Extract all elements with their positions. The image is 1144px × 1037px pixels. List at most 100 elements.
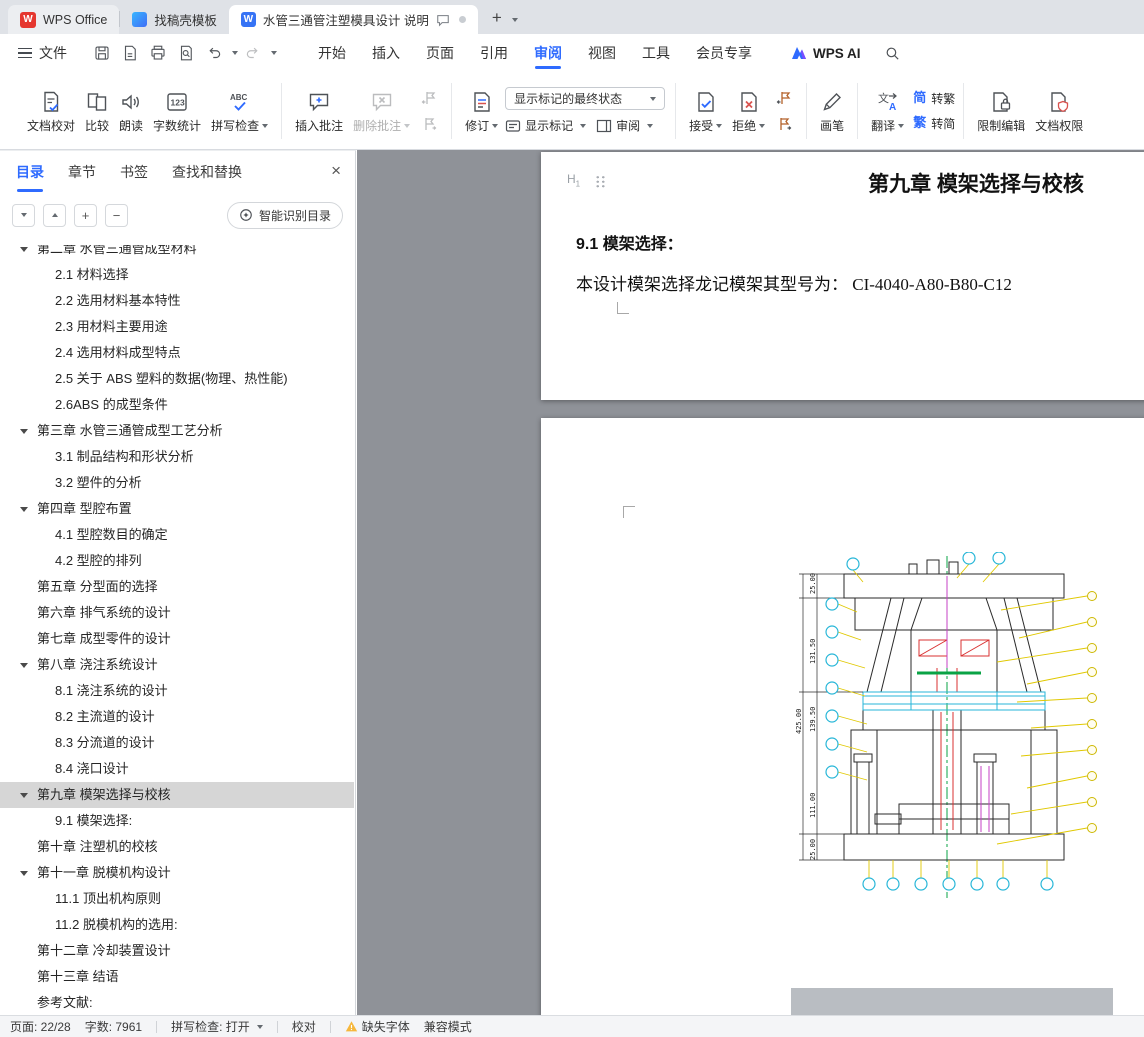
save-button[interactable] bbox=[89, 40, 115, 66]
toc-item[interactable]: 第六章 排气系统的设计 bbox=[0, 600, 354, 626]
translate-button[interactable]: 文 A 翻译 bbox=[866, 78, 909, 144]
sidebar-tab[interactable]: 书签 bbox=[120, 162, 148, 182]
next-comment-button[interactable] bbox=[417, 115, 441, 133]
toc-item[interactable]: 2.4 选用材料成型特点 bbox=[0, 340, 354, 366]
track-changes-button[interactable]: 修订 bbox=[460, 78, 503, 144]
spell-check-status[interactable]: 拼写检查: 打开 bbox=[171, 1018, 263, 1035]
menu-tab[interactable]: 插入 bbox=[359, 34, 413, 72]
spell-check-button[interactable]: ABC 拼写检查 bbox=[206, 78, 273, 144]
markup-state-select[interactable]: 显示标记的最终状态 bbox=[505, 87, 666, 110]
tab-current-doc[interactable]: W 水管三通管注塑模具设计 说明 bbox=[228, 5, 478, 34]
toc-item[interactable]: 第三章 水管三通管成型工艺分析 bbox=[0, 418, 354, 444]
tab-template-doc[interactable]: 找稿壳模板 bbox=[120, 5, 229, 34]
sidebar-tab[interactable]: 章节 bbox=[68, 162, 96, 182]
menu-tab[interactable]: 视图 bbox=[575, 34, 629, 72]
toc-item[interactable]: 2.2 选用材料基本特性 bbox=[0, 288, 354, 314]
toc-item[interactable]: 3.2 塑件的分析 bbox=[0, 470, 354, 496]
toc-item[interactable]: 第二章 水管三通管成型材料 bbox=[0, 245, 354, 262]
proofread-button[interactable]: 校对 bbox=[292, 1018, 316, 1035]
compare-button[interactable]: 比较 bbox=[80, 78, 114, 144]
new-tab-button[interactable]: + bbox=[484, 5, 510, 31]
to-simplified-button[interactable]: 繁 转简 bbox=[913, 115, 955, 132]
toc-item[interactable]: 2.3 用材料主要用途 bbox=[0, 314, 354, 340]
collapse-all-button[interactable] bbox=[43, 203, 66, 227]
toc-item[interactable]: 11.1 顶出机构原则 bbox=[0, 886, 354, 912]
word-count-button[interactable]: 123 字数统计 bbox=[148, 78, 206, 144]
toc-item[interactable]: 第五章 分型面的选择 bbox=[0, 574, 354, 600]
toc-item[interactable]: 4.1 型腔数目的确定 bbox=[0, 522, 354, 548]
insert-comment-button[interactable]: 插入批注 bbox=[290, 78, 348, 144]
read-aloud-button[interactable]: 朗读 bbox=[114, 78, 148, 144]
smart-toc-button[interactable]: 智能识别目录 bbox=[226, 201, 343, 229]
zoom-out-toc-button[interactable]: − bbox=[105, 203, 128, 227]
comment-bubble-icon[interactable] bbox=[436, 13, 450, 27]
toc-item[interactable]: 第四章 型腔布置 bbox=[0, 496, 354, 522]
tab-list-caret-icon[interactable] bbox=[511, 18, 518, 22]
document-page-2[interactable]: 425.00 25.00 131.50 139.50 111.00 25.00 bbox=[541, 418, 1144, 1015]
show-markup-button[interactable]: 显示标记 bbox=[505, 117, 587, 134]
zoom-in-toc-button[interactable]: + bbox=[74, 203, 97, 227]
wps-ai-button[interactable]: WPS AI bbox=[791, 45, 861, 61]
redo-button[interactable] bbox=[240, 40, 266, 66]
to-traditional-button[interactable]: 简 转繁 bbox=[913, 90, 955, 107]
word-count-indicator[interactable]: 字数: 7961 bbox=[85, 1018, 142, 1035]
toc-item[interactable]: 2.1 材料选择 bbox=[0, 262, 354, 288]
search-button[interactable] bbox=[879, 39, 907, 67]
toc-item[interactable]: 8.4 浇口设计 bbox=[0, 756, 354, 782]
missing-font-warning[interactable]: 缺失字体 bbox=[345, 1018, 410, 1035]
tab-close-dot[interactable] bbox=[458, 16, 466, 23]
toc-item[interactable]: 第十一章 脱模机构设计 bbox=[0, 860, 354, 886]
compat-mode-indicator[interactable]: 兼容模式 bbox=[424, 1018, 472, 1035]
print-preview-button[interactable] bbox=[173, 40, 199, 66]
toc-item[interactable]: 第十二章 冷却装置设计 bbox=[0, 938, 354, 964]
toc-item[interactable]: 第七章 成型零件的设计 bbox=[0, 626, 354, 652]
menu-tab[interactable]: 页面 bbox=[413, 34, 467, 72]
print-button[interactable] bbox=[145, 40, 171, 66]
toc-item[interactable]: 8.3 分流道的设计 bbox=[0, 730, 354, 756]
reject-button[interactable]: 拒绝 bbox=[727, 78, 770, 144]
tab-wps-office[interactable]: W WPS Office bbox=[8, 5, 120, 34]
previous-revision-button[interactable] bbox=[772, 89, 796, 107]
sidebar-close-icon[interactable]: × bbox=[331, 161, 341, 181]
restrict-edit-button[interactable]: 限制编辑 bbox=[972, 78, 1030, 144]
menu-tab[interactable]: 开始 bbox=[305, 34, 359, 72]
previous-comment-button[interactable] bbox=[417, 89, 441, 107]
document-page-1[interactable]: H1 第九章 模架选择与校核 9.1 模架选择： 本设计模架选择龙记模架其型号为… bbox=[541, 152, 1144, 400]
next-revision-button[interactable] bbox=[772, 115, 796, 133]
toc-item[interactable]: 第九章 模架选择与校核 bbox=[0, 782, 354, 808]
toc-item[interactable]: 第十章 注塑机的校核 bbox=[0, 834, 354, 860]
file-menu-button[interactable]: 文件 bbox=[10, 38, 75, 68]
menu-tab[interactable]: 会员专享 bbox=[683, 34, 765, 72]
toc-item[interactable]: 参考文献: bbox=[0, 990, 354, 1015]
toc-item[interactable]: 11.2 脱模机构的选用: bbox=[0, 912, 354, 938]
document-workspace[interactable]: H1 第九章 模架选择与校核 9.1 模架选择： 本设计模架选择龙记模架其型号为… bbox=[357, 150, 1144, 1015]
toc-item[interactable]: 第十三章 结语 bbox=[0, 964, 354, 990]
read-aloud-icon bbox=[122, 93, 139, 110]
toc-item[interactable]: 3.1 制品结构和形状分析 bbox=[0, 444, 354, 470]
toc-item[interactable]: 4.2 型腔的排列 bbox=[0, 548, 354, 574]
review-pane-button[interactable]: 审阅 bbox=[596, 117, 654, 134]
page-indicator[interactable]: 页面: 22/28 bbox=[10, 1018, 71, 1035]
accept-button[interactable]: 接受 bbox=[684, 78, 727, 144]
doc-permission-button[interactable]: 文档权限 bbox=[1030, 78, 1088, 144]
toc-item[interactable]: 9.1 模架选择: bbox=[0, 808, 354, 834]
redo-caret-icon[interactable] bbox=[271, 51, 277, 55]
expand-all-button[interactable] bbox=[12, 203, 35, 227]
sidebar-tab[interactable]: 目录 bbox=[16, 162, 44, 182]
toc-item[interactable]: 8.1 浇注系统的设计 bbox=[0, 678, 354, 704]
doc-proof-button[interactable]: 文档校对 bbox=[22, 78, 80, 144]
toc-item[interactable]: 8.2 主流道的设计 bbox=[0, 704, 354, 730]
toc-item[interactable]: 2.5 关于 ABS 塑料的数据(物理、热性能) bbox=[0, 366, 354, 392]
revision-nav-stack bbox=[772, 89, 796, 133]
toc-item[interactable]: 第八章 浇注系统设计 bbox=[0, 652, 354, 678]
menu-tab[interactable]: 审阅 bbox=[521, 34, 575, 72]
menu-tab[interactable]: 工具 bbox=[629, 34, 683, 72]
pen-button[interactable]: 画笔 bbox=[815, 78, 849, 144]
undo-caret-icon[interactable] bbox=[232, 51, 238, 55]
toc-item[interactable]: 2.6ABS 的成型条件 bbox=[0, 392, 354, 418]
export-pdf-button[interactable] bbox=[117, 40, 143, 66]
sidebar-tab[interactable]: 查找和替换 bbox=[172, 162, 242, 182]
menu-tab[interactable]: 引用 bbox=[467, 34, 521, 72]
undo-button[interactable] bbox=[201, 40, 227, 66]
delete-comment-button[interactable]: 删除批注 bbox=[348, 78, 415, 144]
